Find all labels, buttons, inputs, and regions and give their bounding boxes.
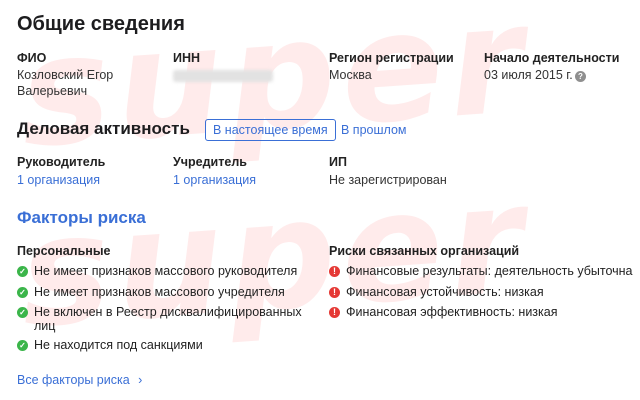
exclamation-circle-icon: !	[329, 307, 340, 318]
region-value: Москва	[329, 68, 372, 82]
personal-item: Не имеет признаков массового руководител…	[34, 264, 298, 278]
activity-title: Деловая активность	[17, 119, 190, 138]
inn-value-blurred	[173, 70, 273, 82]
related-item: Финансовые результаты: деятельность убыт…	[346, 264, 633, 278]
general-title: Общие сведения	[17, 13, 185, 35]
tab-current[interactable]: В настоящее время	[205, 119, 336, 141]
personal-item-continued: лиц	[34, 319, 56, 333]
personal-item: Не находится под санкциями	[34, 338, 203, 352]
check-circle-icon: ✓	[17, 266, 28, 277]
related-item: Финансовая устойчивость: низкая	[346, 285, 544, 299]
all-risks-link[interactable]: Все факторы риска ›	[17, 373, 142, 387]
check-circle-icon: ✓	[17, 287, 28, 298]
manager-label: Руководитель	[17, 155, 106, 169]
tab-past[interactable]: В прошлом	[334, 120, 414, 140]
personal-item: Не имеет признаков массового учредителя	[34, 285, 285, 299]
all-risks-link-label: Все факторы риска	[17, 373, 130, 387]
start-value: 03 июля 2015 г.	[484, 68, 573, 82]
fio-value-line2: Валерьевич	[17, 84, 88, 98]
personal-title: Персональные	[17, 244, 111, 258]
check-circle-icon: ✓	[17, 340, 28, 351]
ip-value: Не зарегистрирован	[329, 173, 447, 187]
manager-link[interactable]: 1 организация	[17, 173, 100, 187]
related-title: Риски связанных организаций	[329, 244, 520, 258]
founder-label: Учредитель	[173, 155, 247, 169]
exclamation-circle-icon: !	[329, 287, 340, 298]
chevron-right-icon: ›	[138, 373, 143, 387]
fio-label: ФИО	[17, 51, 47, 65]
personal-item: Не включен в Реестр дисквалифицированных	[34, 305, 302, 319]
question-circle-icon[interactable]: ?	[575, 71, 586, 82]
inn-label: ИНН	[173, 51, 201, 65]
exclamation-circle-icon: !	[329, 266, 340, 277]
start-label: Начало деятельности	[484, 51, 620, 65]
founder-link[interactable]: 1 организация	[173, 173, 256, 187]
related-item: Финансовая эффективность: низкая	[346, 305, 558, 319]
check-circle-icon: ✓	[17, 307, 28, 318]
fio-value-line1: Козловский Егор	[17, 68, 114, 82]
ip-label: ИП	[329, 155, 347, 169]
region-label: Регион регистрации	[329, 51, 454, 65]
risks-title: Факторы риска	[17, 208, 146, 227]
